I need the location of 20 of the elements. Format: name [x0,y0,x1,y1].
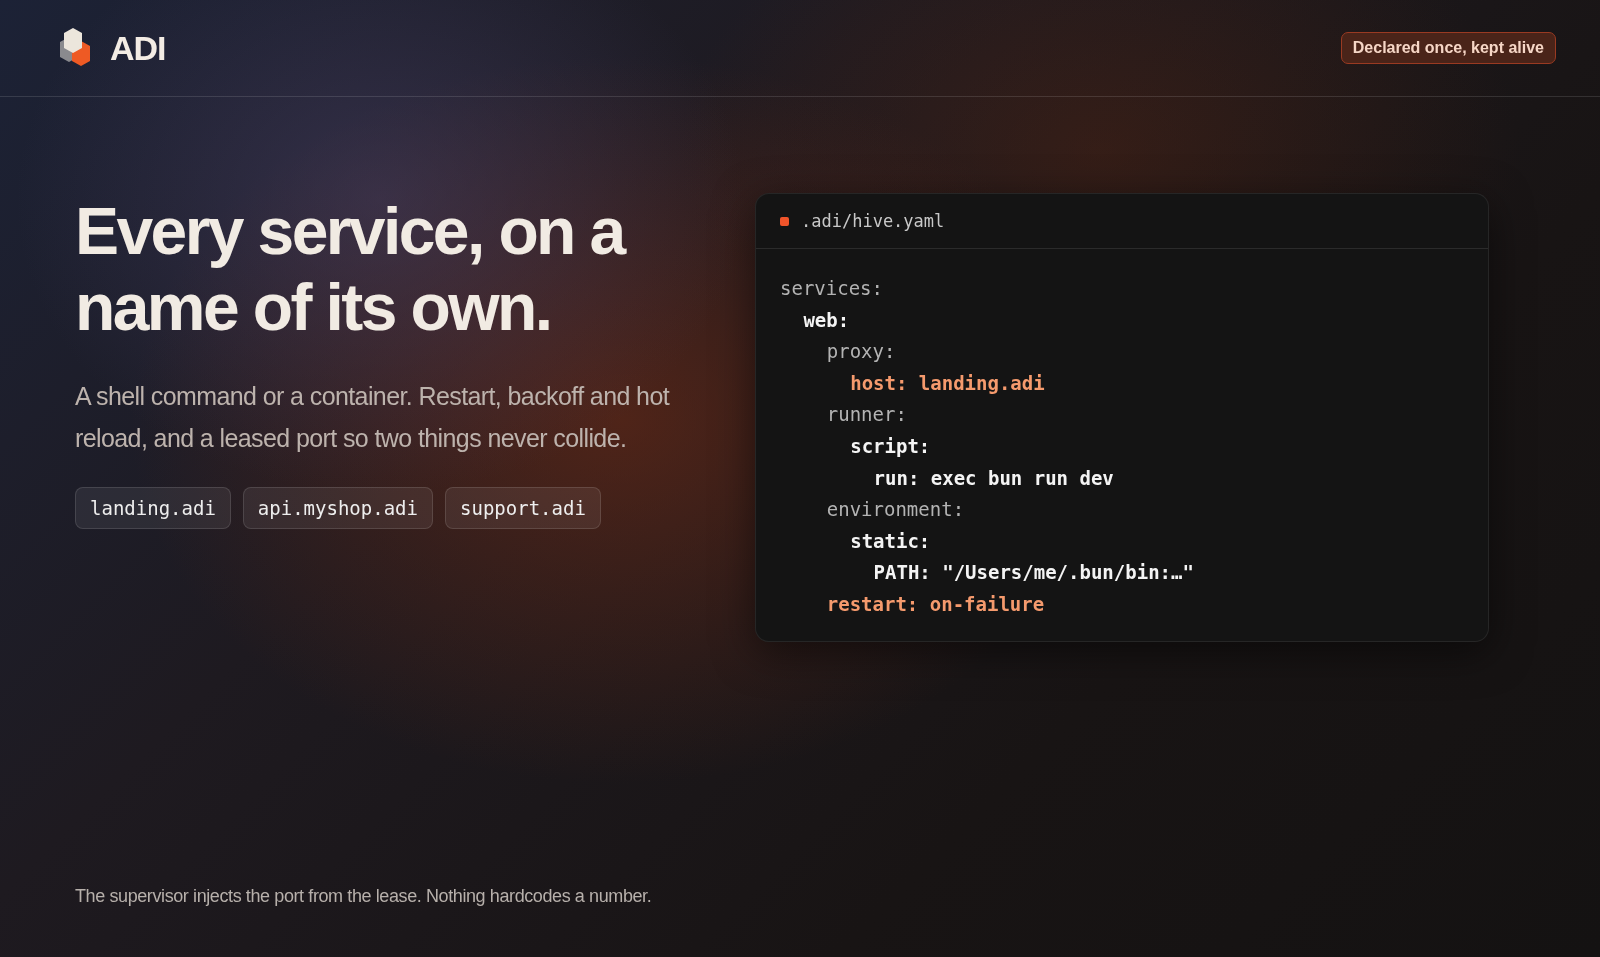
footer-note: The supervisor injects the port from the lease. Nothing hardcodes a number. [75,886,652,906]
code-line: static: [850,528,931,554]
domain-chip: api.myshop.adi [242,487,433,529]
domain-chip: support.adi [445,487,601,529]
file-name: .adi/hive.yaml [801,211,945,231]
code-line: proxy: [826,339,896,365]
code-line: web: [803,307,850,333]
tagline-badge: Declared once, kept alive [1340,32,1556,64]
hero-subtitle: A shell command or a container. Restart, backoff and hot reload, and a leased port so two things never collide. [75,381,671,454]
code-line: script: [850,433,931,459]
brand-name: ADI [110,28,166,68]
domain-chip: landing.adi [75,487,231,529]
code-line: run: exec bun run dev [873,465,1114,491]
code-line: host: landing.adi [850,370,1045,396]
code-line: environment: [826,497,965,523]
code-line: runner: [826,402,907,428]
code-line: services: [780,276,883,301]
hero-title: Every service, on a name of its own. [75,193,626,345]
code-line: restart: on-failure [826,591,1045,617]
code-line: PATH: "/Users/me/.bun/bin:…" [873,560,1194,586]
